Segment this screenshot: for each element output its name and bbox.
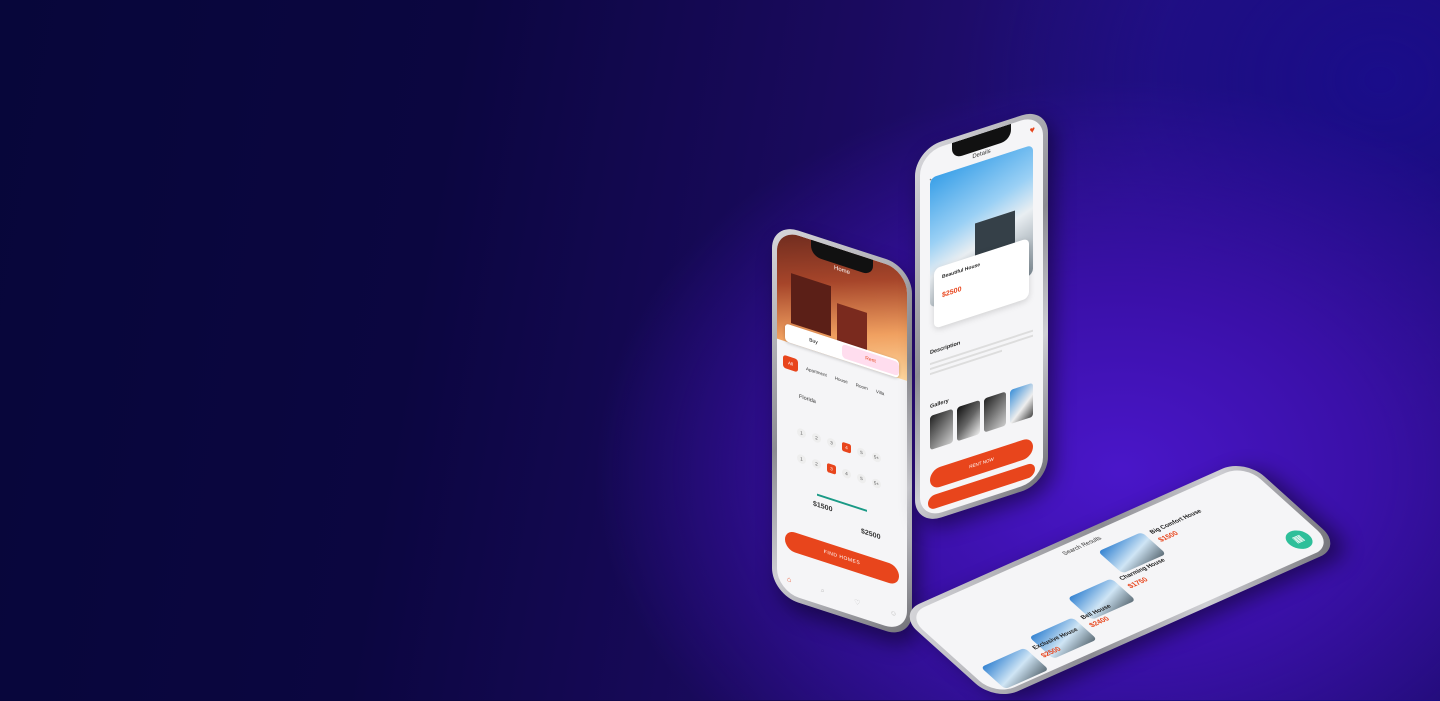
phone-details: Details ← ♥ Beautiful House $2500 Descri…	[915, 106, 1048, 527]
bed-option[interactable]: 2	[812, 431, 821, 444]
bath-option[interactable]: 2	[812, 457, 821, 470]
property-name: Beautiful House	[942, 261, 981, 281]
tab-room[interactable]: Room	[856, 382, 868, 391]
tab-house[interactable]: House	[835, 375, 848, 384]
bed-option[interactable]: 1	[797, 427, 806, 440]
search-icon[interactable]: ⌕	[821, 587, 825, 596]
gallery-thumb[interactable]	[956, 400, 980, 442]
gallery-thumb[interactable]	[930, 408, 953, 451]
gallery-thumb[interactable]	[983, 391, 1007, 433]
bed-option[interactable]: 3	[827, 436, 836, 449]
price-max: $2500	[861, 527, 881, 542]
bed-option[interactable]: 4	[842, 441, 851, 454]
property-price: $2500	[942, 285, 962, 300]
bath-option[interactable]: 5+	[872, 477, 881, 490]
listing-card[interactable]: Exclusive House $2500	[980, 602, 1155, 692]
home-icon[interactable]: ⌂	[787, 576, 791, 585]
bath-option[interactable]: 4	[842, 467, 851, 480]
bath-option[interactable]: 3	[827, 462, 836, 475]
bath-option[interactable]: 1	[797, 453, 806, 466]
find-homes-button[interactable]: FIND HOMES	[785, 529, 899, 587]
tab-all[interactable]: All	[783, 354, 799, 373]
tab-apartment[interactable]: Apartment	[806, 366, 827, 378]
bed-option[interactable]: 5	[857, 446, 866, 459]
location-field[interactable]: Florida	[799, 394, 816, 405]
gallery-thumb[interactable]	[1010, 382, 1033, 425]
bath-option[interactable]: 5	[857, 472, 866, 485]
gallery	[930, 382, 1033, 451]
description-text	[930, 327, 1033, 378]
tab-villa[interactable]: Villa	[876, 389, 884, 397]
gallery-heading: Gallery	[930, 398, 949, 411]
heart-icon[interactable]: ♡	[854, 598, 860, 608]
home-screen: Home Buy Rent All Apartment House Room V…	[777, 228, 907, 633]
phone-home: Home Buy Rent All Apartment House Room V…	[772, 222, 912, 640]
details-screen: Details ← ♥ Beautiful House $2500 Descri…	[920, 113, 1043, 520]
price-min: $1500	[813, 500, 833, 514]
user-icon[interactable]: ☺	[890, 609, 897, 619]
bed-option[interactable]: 5+	[872, 451, 881, 464]
